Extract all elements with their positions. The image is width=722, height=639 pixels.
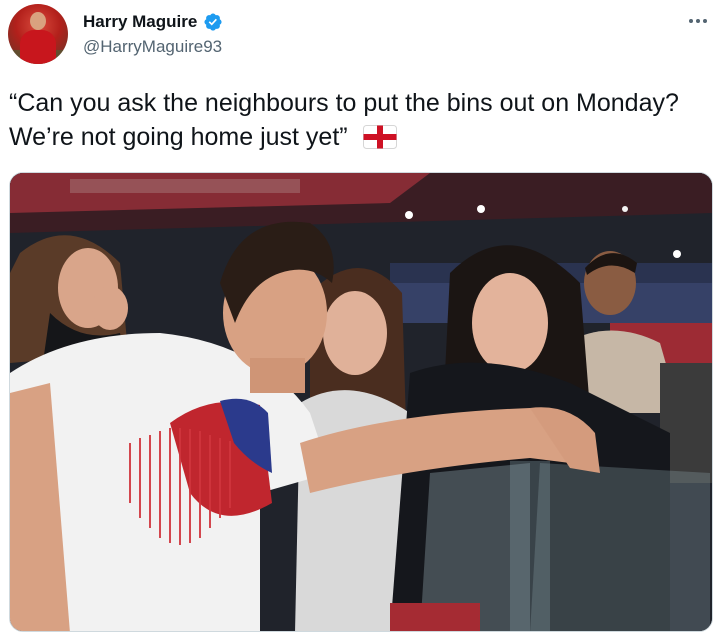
verified-badge-icon bbox=[204, 13, 222, 31]
tweet-body: “Can you ask the neighbours to put the b… bbox=[9, 89, 679, 151]
photo-illustration bbox=[10, 173, 712, 631]
tweet-photo[interactable] bbox=[9, 172, 713, 632]
england-flag-icon bbox=[362, 125, 397, 149]
avatar[interactable] bbox=[8, 4, 68, 64]
author-handle[interactable]: @HarryMaguire93 bbox=[83, 37, 222, 57]
author-display-name[interactable]: Harry Maguire bbox=[83, 12, 197, 32]
tweet-header: Harry Maguire @HarryMaguire93 bbox=[8, 4, 714, 66]
tweet-text: “Can you ask the neighbours to put the b… bbox=[9, 86, 709, 154]
author-name-row[interactable]: Harry Maguire bbox=[83, 12, 223, 32]
more-options-icon[interactable] bbox=[684, 10, 712, 32]
